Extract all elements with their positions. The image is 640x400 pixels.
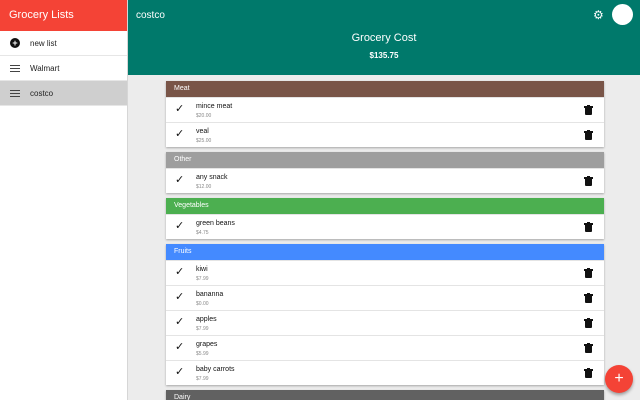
item-price: $12.00: [196, 184, 212, 190]
item-price: $25.00: [196, 138, 212, 144]
check-icon[interactable]: ✓: [175, 267, 184, 278]
check-icon[interactable]: ✓: [175, 342, 184, 353]
list-item[interactable]: ✓ baby carrots $7.99: [166, 360, 604, 385]
sidebar: Grocery Lists + new list Walmart costco: [0, 0, 128, 400]
item-price: $20.00: [196, 113, 212, 119]
check-icon[interactable]: ✓: [175, 175, 184, 186]
category-card: Dairy: [166, 390, 604, 400]
top-app-bar: costco ⚙ Grocery Cost $135.75: [128, 0, 640, 75]
list-icon: [9, 87, 21, 99]
trash-icon[interactable]: [584, 293, 593, 303]
item-price: $7.99: [196, 326, 209, 332]
check-icon[interactable]: ✓: [175, 367, 184, 378]
item-price: $0.00: [196, 301, 209, 307]
plus-icon: +: [614, 370, 624, 387]
list-item[interactable]: ✓ kiwi $7.99: [166, 260, 604, 285]
list-icon: [9, 62, 21, 74]
item-name: kiwi: [196, 266, 208, 273]
category-header[interactable]: Other: [166, 152, 604, 168]
gear-icon[interactable]: ⚙: [593, 9, 605, 21]
trash-icon[interactable]: [584, 343, 593, 353]
new-list-button[interactable]: + new list: [0, 31, 127, 56]
item-name: baby carrots: [196, 366, 235, 373]
list-item[interactable]: ✓ apples $7.99: [166, 310, 604, 335]
item-name: bananna: [196, 291, 224, 298]
list-item[interactable]: ✓ bananna $0.00: [166, 285, 604, 310]
sidebar-title: Grocery Lists: [0, 0, 127, 31]
item-name: apples: [196, 316, 217, 323]
check-icon[interactable]: ✓: [175, 221, 184, 232]
item-name: any snack: [196, 174, 228, 181]
category-list: Meat ✓ mince meat $20.00 ✓ veal $25.00 Other ✓ an…: [166, 81, 604, 400]
add-item-button[interactable]: +: [605, 365, 633, 393]
list-item[interactable]: ✓ grapes $5.99: [166, 335, 604, 360]
list-item[interactable]: ✓ mince meat $20.00: [166, 97, 604, 122]
sidebar-item-label: Walmart: [30, 63, 60, 73]
trash-icon[interactable]: [584, 105, 593, 115]
trash-icon[interactable]: [584, 368, 593, 378]
item-name: veal: [196, 128, 209, 135]
list-title: costco: [136, 10, 165, 21]
category-header[interactable]: Meat: [166, 81, 604, 97]
trash-icon[interactable]: [584, 222, 593, 232]
list-item[interactable]: ✓ green beans $4.75: [166, 214, 604, 239]
avatar[interactable]: [612, 4, 633, 25]
item-price: $5.99: [196, 351, 209, 357]
grocery-cost-label: Grocery Cost: [351, 32, 417, 44]
sidebar-item-costco[interactable]: costco: [0, 81, 127, 106]
check-icon[interactable]: ✓: [175, 129, 184, 140]
category-card: Vegetables ✓ green beans $4.75: [166, 198, 604, 239]
item-name: mince meat: [196, 103, 233, 110]
trash-icon[interactable]: [584, 268, 593, 278]
grocery-cost-value: $135.75: [369, 51, 399, 60]
new-list-label: new list: [30, 38, 57, 48]
trash-icon[interactable]: [584, 176, 593, 186]
trash-icon[interactable]: [584, 318, 593, 328]
sidebar-item-label: costco: [30, 88, 54, 98]
check-icon[interactable]: ✓: [175, 292, 184, 303]
category-card: Fruits ✓ kiwi $7.99 ✓ bananna $0.00 ✓ apples $7.9…: [166, 244, 604, 385]
list-item[interactable]: ✓ any snack $12.00: [166, 168, 604, 193]
item-price: $7.99: [196, 276, 209, 282]
item-price: $7.99: [196, 376, 209, 382]
item-name: grapes: [196, 341, 218, 348]
list-item[interactable]: ✓ veal $25.00: [166, 122, 604, 147]
check-icon[interactable]: ✓: [175, 317, 184, 328]
category-header[interactable]: Vegetables: [166, 198, 604, 214]
category-card: Meat ✓ mince meat $20.00 ✓ veal $25.00: [166, 81, 604, 147]
trash-icon[interactable]: [584, 130, 593, 140]
sidebar-item-walmart[interactable]: Walmart: [0, 56, 127, 81]
category-header[interactable]: Fruits: [166, 244, 604, 260]
item-name: green beans: [196, 220, 235, 227]
plus-circle-icon: +: [9, 37, 21, 49]
category-header[interactable]: Dairy: [166, 390, 604, 400]
category-card: Other ✓ any snack $12.00: [166, 152, 604, 193]
item-price: $4.75: [196, 230, 209, 236]
check-icon[interactable]: ✓: [175, 104, 184, 115]
